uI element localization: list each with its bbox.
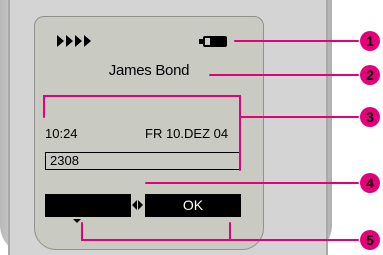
callout-line-3	[43, 95, 359, 118]
callout-5: 5	[360, 230, 380, 250]
callout-lines	[43, 40, 359, 241]
callout-line-5	[81, 222, 231, 241]
callout-4: 4	[360, 173, 380, 193]
callout-3: 3	[360, 107, 380, 127]
callout-1: 1	[360, 31, 380, 51]
callout-2: 2	[360, 65, 380, 85]
